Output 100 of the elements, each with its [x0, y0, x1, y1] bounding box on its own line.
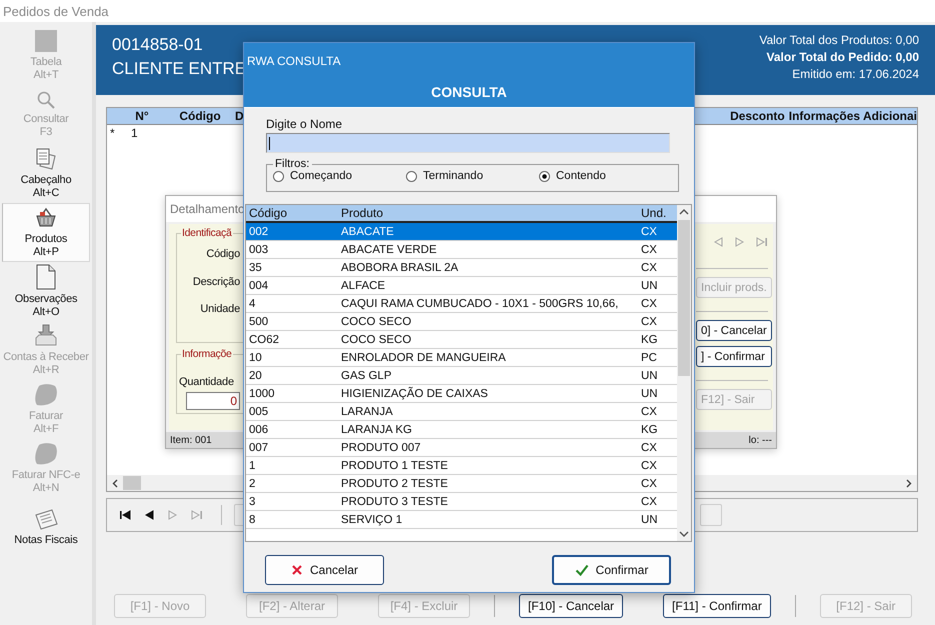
table-cell-text: 003: [248, 244, 270, 256]
documents-icon: [34, 147, 58, 171]
status-text: lo: ---: [748, 434, 772, 446]
table-cell-text: ALFACE: [341, 280, 386, 292]
blob-icon: [33, 442, 59, 466]
vertical-scrollbar[interactable]: [677, 205, 691, 541]
column-header: Informações Adicionai: [788, 109, 917, 123]
table-row[interactable]: 007 PRODUTO 007 CX: [246, 439, 677, 457]
field-label: Quantidade: [179, 376, 234, 388]
table-cell-text: CX: [641, 244, 658, 256]
radio-option[interactable]: Contendo: [539, 170, 672, 182]
table-cell-text: ENROLADOR DE MANGUEIRA: [341, 352, 507, 364]
field-label: Código: [205, 247, 240, 261]
column-header: N°: [134, 109, 150, 123]
table-cell-text: LARANJA KG: [341, 424, 413, 436]
table-cell-text: CX: [641, 316, 658, 328]
table-cell-text: 006: [248, 424, 270, 436]
table-cell-text: 4: [248, 298, 256, 310]
action-button[interactable]: 0] - Cancelar: [696, 320, 772, 341]
table-row[interactable]: 35 ABOBORA BRASIL 2A CX: [246, 259, 677, 277]
table-row[interactable]: 10 ENROLADOR DE MANGUEIRA PC: [246, 349, 677, 367]
dialog-title: Detalhamento: [170, 202, 245, 216]
table-cell-text: GAS GLP: [341, 370, 392, 382]
table-cell-text: CX: [641, 226, 658, 238]
quantity-field[interactable]: 0: [186, 392, 240, 410]
close-icon: [290, 564, 303, 576]
sidebar-item[interactable]: Observações Alt+O: [2, 262, 90, 321]
table-cell-text: CX: [641, 460, 658, 472]
table-cell-text: ABACATE VERDE: [341, 244, 438, 256]
table-row[interactable]: 004 ALFACE UN: [246, 277, 677, 295]
table-cell-text: CX: [641, 496, 658, 508]
radio-button[interactable]: [539, 170, 550, 182]
sidebar-item[interactable]: Produtos Alt+P: [2, 203, 90, 262]
table-row[interactable]: 20 GAS GLP UN: [246, 367, 677, 385]
table-cell-text: 20: [248, 370, 263, 382]
table-cell-text: LARANJA: [341, 406, 394, 418]
table-cell-text: UN: [641, 280, 659, 292]
radio-option[interactable]: Terminando: [406, 170, 539, 182]
table-cell-text: 002: [248, 226, 270, 238]
radio-button[interactable]: [406, 170, 417, 182]
radio-button[interactable]: [273, 170, 284, 182]
table-row[interactable]: 005 LARANJA CX: [246, 403, 677, 421]
column-header: Código: [248, 206, 288, 220]
table-row[interactable]: 002 ABACATE CX: [246, 223, 677, 241]
sidebar-item[interactable]: Notas Fiscais: [2, 498, 90, 557]
action-button[interactable]: [F10] - Cancelar: [519, 594, 624, 618]
table-cell-text: 004: [248, 280, 270, 292]
summary-text: Valor Total dos Produtos: 0,00: [759, 32, 919, 49]
column-header: Produto: [341, 206, 384, 220]
table-cell-text: COCO SECO: [341, 316, 412, 328]
radio-option[interactable]: Começando: [273, 170, 406, 182]
table-row[interactable]: 3 PRODUTO 3 TESTE CX: [246, 493, 677, 511]
table-cell-text: ABOBORA BRASIL 2A: [341, 262, 460, 274]
table-row[interactable]: CO62 COCO SECO KG: [246, 331, 677, 349]
table-cell-text: 500: [248, 316, 270, 328]
table-row[interactable]: 4 CAQUI RAMA CUMBUCADO - 10X1 - 500GRS 10,66, CX: [246, 295, 677, 313]
search-field[interactable]: [266, 133, 670, 153]
scrollbar-thumb[interactable]: [123, 476, 141, 490]
table-cell-text: UN: [641, 370, 659, 382]
table-row[interactable]: 003 ABACATE VERDE CX: [246, 241, 677, 259]
sidebar-item[interactable]: Cabeçalho Alt+C: [2, 144, 90, 203]
status-text: Item: 001: [170, 434, 212, 446]
square-icon: [34, 29, 58, 53]
download-icon: [34, 324, 58, 348]
table-cell-text: CX: [641, 298, 658, 310]
table-row[interactable]: 1 PRODUTO 1 TESTE CX: [246, 457, 677, 475]
column-header: Desconto: [730, 109, 785, 123]
table-row[interactable]: 1000 HIGIENIZAÇÃO DE CAIXAS UN: [246, 385, 677, 403]
table-cell-text: KG: [641, 424, 659, 436]
dialog-button[interactable]: Cancelar: [265, 555, 384, 585]
row-marker: *: [109, 126, 116, 140]
table-cell-text: CX: [641, 478, 658, 490]
table-cell-text: KG: [641, 334, 659, 346]
table-cell-text: 1000: [248, 388, 276, 400]
field-label: Unidade: [199, 302, 240, 316]
first-icon[interactable]: [119, 510, 131, 520]
group-title: Filtros:: [274, 158, 310, 170]
table-cell-text: CX: [641, 442, 658, 454]
table-row[interactable]: 006 LARANJA KG KG: [246, 421, 677, 439]
table-cell-text: COCO SECO: [341, 334, 412, 346]
table-cell-text: PRODUTO 3 TESTE: [341, 496, 449, 508]
column-header: Und.: [641, 206, 668, 220]
dialog-button[interactable]: Confirmar: [552, 555, 671, 585]
summary-text: Emitido em: 17.06.2024: [792, 66, 919, 83]
action-button[interactable]: [F11] - Confirmar: [663, 594, 771, 618]
table-cell-text: 007: [248, 442, 270, 454]
table-cell-text: SERVIÇO 1: [341, 514, 404, 526]
table-cell-text: CAQUI RAMA CUMBUCADO - 10X1 - 500GRS 10,66,: [341, 298, 620, 310]
window-title: RWA CONSULTA: [246, 53, 342, 68]
table-cell-text: 2: [248, 478, 256, 490]
action-button[interactable]: ] - Confirmar: [696, 346, 772, 367]
table-row[interactable]: 500 COCO SECO CX: [246, 313, 677, 331]
table-cell-text: UN: [641, 514, 659, 526]
dialog-heading: CONSULTA: [430, 84, 508, 100]
table-cell-text: 3: [248, 496, 256, 508]
blob-icon: [33, 383, 59, 407]
column-header: Código: [178, 109, 222, 123]
table-row[interactable]: 8 SERVIÇO 1 UN: [246, 511, 677, 529]
previous-icon[interactable]: [143, 510, 155, 520]
table-row[interactable]: 2 PRODUTO 2 TESTE CX: [246, 475, 677, 493]
